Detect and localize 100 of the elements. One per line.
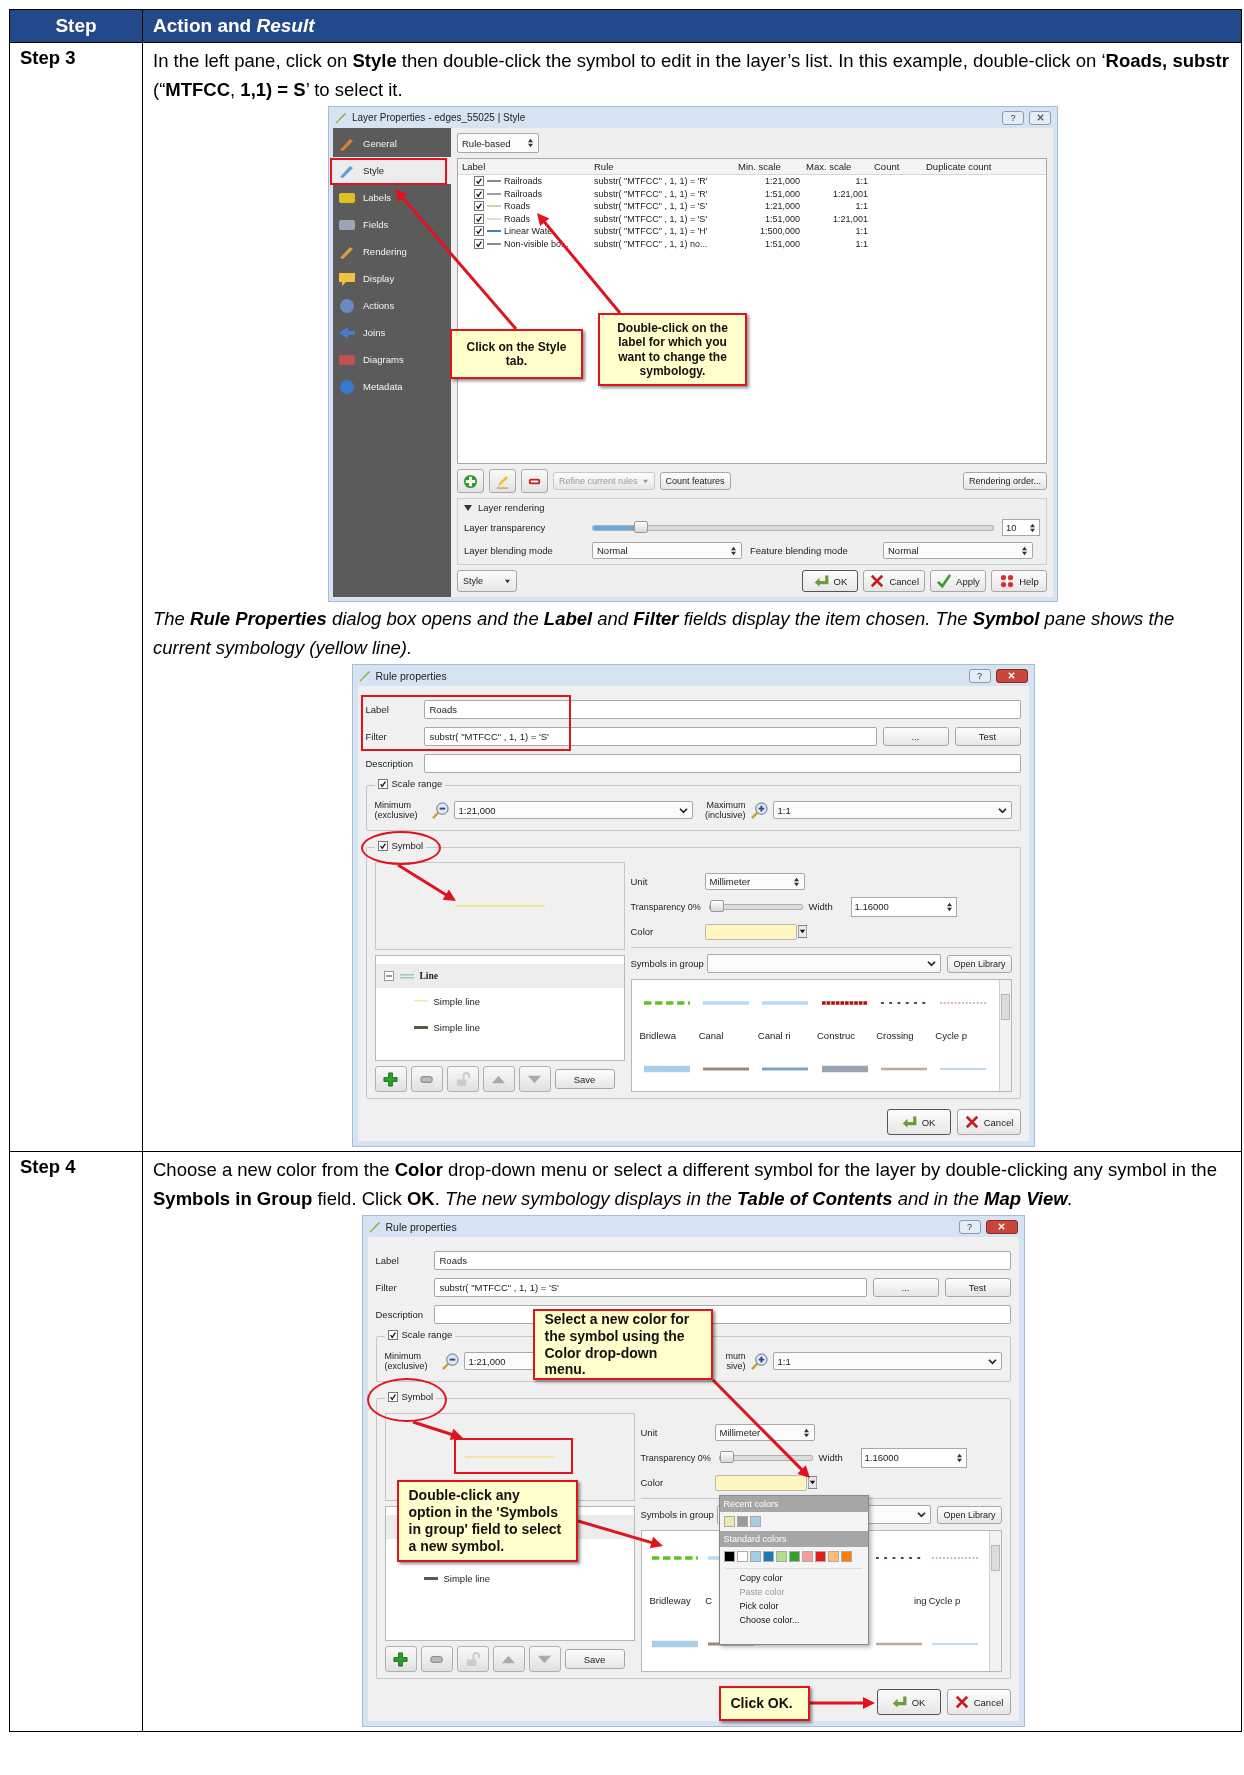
color-swatch[interactable] [723,1516,735,1527]
checkbox[interactable] [377,840,388,851]
add-rule-button[interactable] [457,469,484,493]
ok-button[interactable]: OK [876,1689,941,1715]
checkbox[interactable] [387,1329,398,1340]
sidebar-item[interactable]: Fields [333,211,451,238]
sidebar-item[interactable]: Joins [333,319,451,346]
unit-dropdown[interactable]: Millimeter [714,1424,815,1441]
scrollbar[interactable] [988,1531,1001,1671]
color-swatch[interactable] [801,1551,813,1562]
color-button[interactable] [714,1474,817,1491]
ok-button[interactable]: OK [802,570,859,592]
open-library-button[interactable]: Open Library [947,954,1012,973]
rendering-order-button[interactable]: Rendering order... [962,472,1047,490]
move-down-button[interactable] [518,1066,551,1092]
symbol-name[interactable]: C [705,1595,713,1607]
menu-item[interactable]: Choose color... [719,1613,868,1627]
color-swatch[interactable] [814,1551,826,1562]
edit-rule-button[interactable] [489,469,516,493]
transparency-spinbox[interactable]: 10 [1002,519,1040,536]
checkbox[interactable] [474,226,484,237]
transparency-slider[interactable] [592,524,994,531]
move-up-button[interactable] [482,1066,515,1092]
symbol-name[interactable]: Cycle p [928,1595,961,1607]
blending-mode-dropdown[interactable]: Normal [592,542,742,559]
expression-button[interactable]: ... [882,727,949,746]
tree-item[interactable]: Simple line [433,995,480,1007]
expression-button[interactable]: ... [872,1278,939,1297]
menu-item[interactable]: Copy color [719,1571,868,1585]
color-swatch[interactable] [762,1551,774,1562]
help-button[interactable]: ? [958,1219,981,1234]
symbol-name[interactable]: Crossing [876,1030,914,1041]
help-button[interactable]: ? [1002,110,1024,125]
symbol-group-dropdown[interactable] [706,954,942,973]
checkbox[interactable] [377,778,388,789]
label-field[interactable]: Roads [433,1251,1011,1270]
sidebar-item[interactable]: Actions [333,292,451,319]
filter-field[interactable]: substr( "MTFCC" , 1, 1) = 'S' [423,727,877,746]
save-button[interactable]: Save [564,1649,625,1669]
filter-field[interactable]: substr( "MTFCC" , 1, 1) = 'S' [433,1278,867,1297]
close-button[interactable] [1029,110,1051,125]
count-features-button[interactable]: Count features [659,472,731,490]
apply-button[interactable]: Apply [930,570,986,592]
lock-button[interactable] [456,1646,489,1672]
transparency-slider[interactable] [708,903,803,910]
rule-row[interactable]: Roads substr( "MTFCC" , 1, 1) = 'S' 1:21,000 1:1 [458,200,1046,213]
unit-dropdown[interactable]: Millimeter [704,873,805,890]
checkbox[interactable] [387,1391,398,1402]
symbol-name[interactable]: Construc [817,1030,855,1041]
scrollbar[interactable] [998,980,1011,1091]
symbol-name[interactable]: Canal ri [757,1030,791,1041]
test-button[interactable]: Test [954,727,1021,746]
close-button[interactable] [995,668,1028,683]
cancel-button[interactable]: Cancel [946,1689,1011,1715]
color-swatch[interactable] [736,1551,748,1562]
help-button[interactable]: ? [968,668,991,683]
maximum-scale-dropdown[interactable]: 1:1 [772,1352,1002,1370]
color-swatch[interactable] [788,1551,800,1562]
tree-item[interactable]: Line [419,971,438,981]
move-up-button[interactable] [492,1646,525,1672]
remove-rule-button[interactable] [521,469,548,493]
checkbox[interactable] [474,188,484,199]
width-spinbox[interactable]: 1.16000 [850,896,957,917]
rule-row[interactable]: Railroads substr( "MTFCC" , 1, 1) = 'R' 1:21,000 1:1 [458,175,1046,188]
close-button[interactable] [985,1219,1018,1234]
lock-button[interactable] [446,1066,479,1092]
color-swatch[interactable] [736,1516,748,1527]
save-button[interactable]: Save [554,1069,615,1089]
minimum-scale-dropdown[interactable]: 1:21,000 [453,801,693,819]
checkbox[interactable] [474,238,484,249]
color-swatch[interactable] [723,1551,735,1562]
section-toggle[interactable]: Layer rendering [464,502,1040,513]
label-field[interactable]: Roads [423,700,1021,719]
style-menu-button[interactable]: Style [457,570,517,592]
color-swatch[interactable] [749,1551,761,1562]
add-layer-button[interactable] [374,1066,407,1092]
symbol-name[interactable]: Cycle p [935,1030,967,1041]
description-field[interactable] [423,754,1021,773]
rule-row[interactable]: Roads substr( "MTFCC" , 1, 1) = 'S' 1:51,000 1:21,001 [458,212,1046,225]
sidebar-item[interactable]: Rendering [333,238,451,265]
color-swatch[interactable] [775,1551,787,1562]
add-layer-button[interactable] [384,1646,417,1672]
help-button[interactable]: Help [991,570,1047,592]
symbol-name[interactable]: Bridlewa [639,1030,676,1041]
collapse-icon[interactable] [383,971,394,981]
remove-layer-button[interactable] [420,1646,453,1672]
sidebar-item[interactable]: Display [333,265,451,292]
tree-item[interactable]: Simple line [433,1021,480,1033]
checkbox[interactable] [474,201,484,212]
tree-item[interactable]: Simple line [443,1572,490,1584]
color-swatch[interactable] [827,1551,839,1562]
move-down-button[interactable] [528,1646,561,1672]
test-button[interactable]: Test [944,1278,1011,1297]
width-spinbox[interactable]: 1.16000 [860,1447,967,1468]
sidebar-item[interactable]: General [333,130,451,157]
checkbox[interactable] [474,176,484,187]
line-symbol-icon[interactable] [821,998,868,1007]
color-swatch[interactable] [749,1516,761,1527]
symbol-name[interactable]: Bridleway [649,1595,691,1607]
color-swatch[interactable] [840,1551,852,1562]
